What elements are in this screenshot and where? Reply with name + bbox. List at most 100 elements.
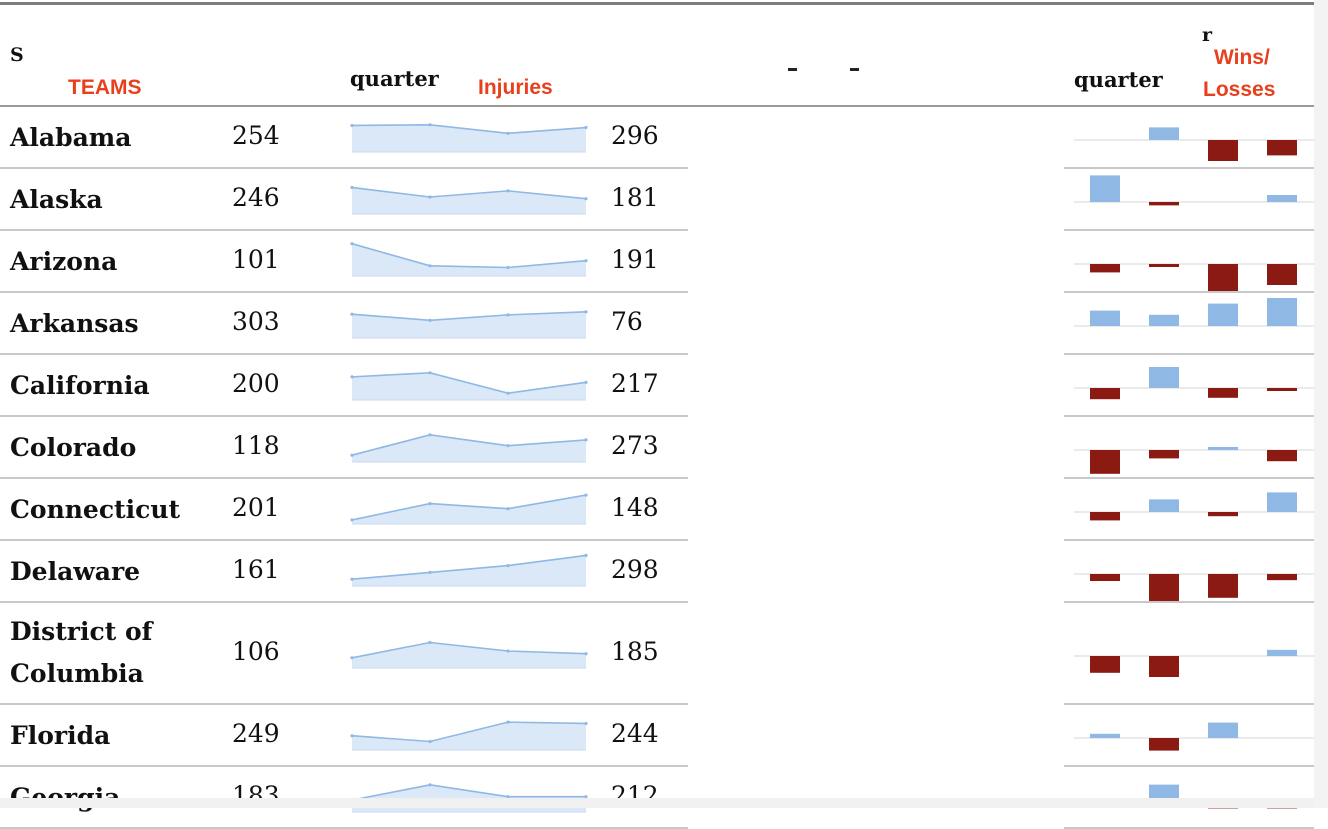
- sparkline: [350, 371, 588, 401]
- table-row: Florida 249 244: [0, 705, 1314, 767]
- value-start: 200: [232, 369, 280, 398]
- win-bar: [1149, 314, 1179, 326]
- sparkline-point: [506, 131, 510, 135]
- value-start: 101: [232, 245, 280, 274]
- sparkline-point: [584, 259, 588, 263]
- sparkline-area: [352, 372, 586, 400]
- sparkline-point: [428, 502, 432, 506]
- sparkline: [350, 310, 588, 339]
- table-row: Arizona 101 191: [0, 231, 1314, 293]
- sparkline-point: [506, 649, 510, 653]
- sparkline: [350, 433, 588, 463]
- value-start: 303: [232, 307, 280, 336]
- table-row: Alabama 254 296: [0, 107, 1314, 169]
- loss-bar: [1149, 450, 1179, 459]
- value-end: 185: [611, 637, 659, 666]
- loss-bar: [1267, 140, 1297, 156]
- value-start: 201: [232, 493, 280, 522]
- header-quarter-bars: quarter: [1074, 67, 1163, 92]
- state-name: Arkansas: [10, 309, 139, 338]
- loss-bar: [1149, 264, 1179, 267]
- state-name: Florida: [10, 721, 111, 750]
- win-bar: [1267, 649, 1297, 656]
- sparkline: [350, 185, 588, 215]
- loss-bar: [1267, 450, 1297, 462]
- win-bar: [1267, 195, 1297, 202]
- wins-losses-chart: [1074, 127, 1314, 161]
- sparkline-point: [428, 783, 432, 787]
- sparkline-point: [350, 518, 354, 522]
- sparkline-point: [350, 375, 354, 379]
- annotation-wins-losses-line1: Wins/: [1214, 46, 1270, 69]
- loss-bar: [1090, 388, 1120, 400]
- wins-losses-chart: [1074, 649, 1314, 677]
- loss-bar: [1267, 388, 1297, 391]
- loss-bar: [1090, 264, 1120, 273]
- sparkline-point: [350, 242, 354, 246]
- sparkline-point: [584, 652, 588, 656]
- wins-losses-chart: [1074, 447, 1314, 474]
- sparkline-point: [428, 123, 432, 127]
- value-start: 161: [232, 555, 280, 584]
- value-start: 249: [232, 719, 280, 748]
- win-bar: [1267, 492, 1297, 512]
- loss-bar: [1267, 264, 1297, 285]
- wins-losses-chart: [1074, 175, 1314, 206]
- loss-bar: [1149, 656, 1179, 677]
- sparkline-point: [350, 656, 354, 660]
- vertical-scrollbar[interactable]: [1314, 0, 1328, 808]
- win-bar: [1208, 722, 1238, 738]
- sparkline-area: [352, 311, 586, 338]
- loss-bar: [1208, 264, 1238, 292]
- sparkline: [350, 553, 588, 587]
- sparkline-point: [584, 438, 588, 442]
- state-name: Colorado: [10, 433, 137, 462]
- sparkline-point: [506, 720, 510, 724]
- win-bar: [1090, 175, 1120, 202]
- loss-bar: [1208, 512, 1238, 517]
- table-row: Alaska 246 181: [0, 169, 1314, 231]
- loss-bar: [1208, 140, 1238, 161]
- horizontal-scroll-edge: [0, 798, 1314, 808]
- header-dash-2: [850, 68, 859, 71]
- sparkline: [350, 640, 588, 669]
- win-bar: [1149, 499, 1179, 512]
- state-name: Alaska: [10, 185, 103, 214]
- sparkline: [350, 242, 588, 277]
- value-end: 76: [611, 307, 643, 336]
- sparkline-point: [350, 185, 354, 190]
- header-fragment-right: r: [1202, 24, 1213, 46]
- sparkline-point: [506, 313, 510, 317]
- sparkline: [350, 783, 588, 813]
- value-start: 118: [232, 431, 280, 460]
- state-name: Connecticut: [10, 495, 181, 524]
- value-start: 106: [232, 637, 280, 666]
- sparkline-point: [506, 444, 510, 448]
- sparkline-point: [506, 507, 510, 511]
- table-row: District of Columbia 106 185: [0, 603, 1314, 705]
- sparkline-point: [584, 493, 588, 497]
- loss-bar: [1090, 450, 1120, 474]
- sparkline-point: [584, 380, 588, 384]
- sparkline-point: [428, 739, 432, 744]
- sparkline-point: [506, 391, 510, 395]
- sparkline-point: [350, 734, 354, 738]
- header-quarter-sparkline: quarter: [350, 66, 439, 91]
- sparkline-point: [584, 721, 588, 726]
- sparkline: [350, 720, 588, 751]
- win-bar: [1208, 447, 1238, 450]
- wins-losses-chart: [1074, 492, 1314, 521]
- sparkline-point: [428, 640, 432, 645]
- value-end: 298: [611, 555, 659, 584]
- sparkline-point: [584, 125, 588, 130]
- header-fragment-left: S: [10, 44, 24, 66]
- loss-bar: [1090, 512, 1120, 521]
- win-bar: [1267, 298, 1297, 326]
- wins-losses-chart: [1074, 367, 1314, 400]
- value-end: 217: [611, 369, 659, 398]
- table-row: California 200 217: [0, 355, 1314, 417]
- sparkline-point: [350, 577, 354, 581]
- sparkline: [350, 123, 588, 153]
- sparkline-point: [506, 189, 510, 193]
- state-name: District of Columbia: [10, 617, 153, 688]
